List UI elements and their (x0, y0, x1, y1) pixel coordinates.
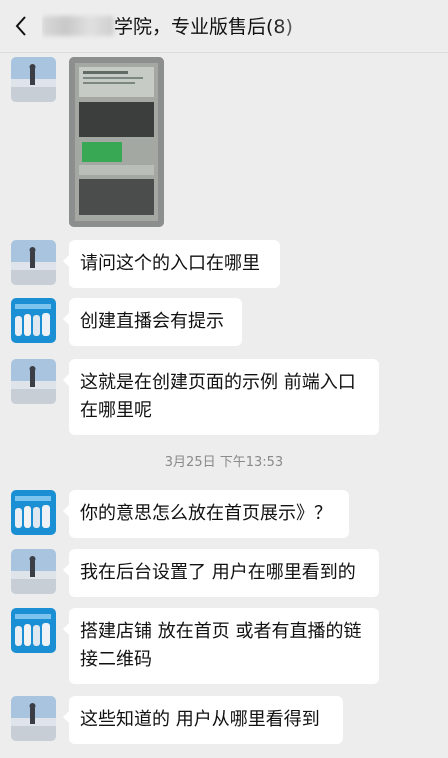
avatar[interactable] (11, 549, 56, 594)
avatar[interactable] (11, 240, 56, 285)
message-bubble[interactable]: 我在后台设置了 用户在哪里看到的 (63, 549, 379, 597)
message-text: 搭建店铺 放在首页 或者有直播的链接二维码 (80, 621, 362, 670)
avatar-person-snow-icon (11, 240, 56, 285)
avatar[interactable] (11, 608, 56, 653)
message-bubble[interactable]: 请问这个的入口在哪里 (63, 240, 280, 288)
back-button[interactable] (10, 12, 36, 40)
message-bubble[interactable]: 创建直播会有提示 (63, 298, 242, 346)
chat-title-area[interactable]: 学院，专业版售后(8) (42, 12, 422, 42)
image-message[interactable] (69, 57, 164, 227)
message-bubble[interactable]: 搭建店铺 放在首页 或者有直播的链接二维码 (63, 608, 379, 684)
avatar-person-snow-icon (11, 696, 56, 741)
avatar[interactable] (11, 298, 56, 343)
avatar[interactable] (11, 696, 56, 741)
blurred-group-name (42, 16, 114, 36)
screenshot-thumbnail (69, 57, 164, 227)
message-text: 你的意思怎么放在首页展示》？ (80, 503, 332, 524)
avatar-person-snow-icon (11, 57, 56, 102)
message-text: 我在后台设置了 用户在哪里看到的 (80, 562, 356, 583)
message-text: 请问这个的入口在哪里 (80, 253, 260, 274)
avatar[interactable] (11, 490, 56, 535)
title-fade-overlay (272, 12, 422, 42)
chat-title: 学院，专业版售后(8) (114, 16, 293, 38)
avatar-person-snow-icon (11, 549, 56, 594)
message-bubble[interactable]: 你的意思怎么放在首页展示》？ (63, 490, 349, 538)
message-bubble[interactable]: 这就是在创建页面的示例 前端入口在哪里呢 (63, 359, 379, 435)
message-text: 这些知道的 用户从哪里看得到 (80, 709, 320, 730)
chevron-left-icon (15, 16, 26, 36)
message-timestamp: 3月25日 下午13:53 (164, 455, 284, 470)
message-bubble[interactable]: 这些知道的 用户从哪里看得到 (63, 696, 343, 744)
avatar[interactable] (11, 57, 56, 102)
avatar-person-snow-icon (11, 359, 56, 404)
chat-header: 学院，专业版售后(8) (0, 0, 448, 53)
message-text: 这就是在创建页面的示例 前端入口在哪里呢 (80, 372, 356, 421)
message-text: 创建直播会有提示 (80, 311, 224, 332)
avatar-blue-group-icon (11, 490, 56, 535)
avatar[interactable] (11, 359, 56, 404)
avatar-blue-group-icon (11, 298, 56, 343)
avatar-blue-group-icon (11, 608, 56, 653)
